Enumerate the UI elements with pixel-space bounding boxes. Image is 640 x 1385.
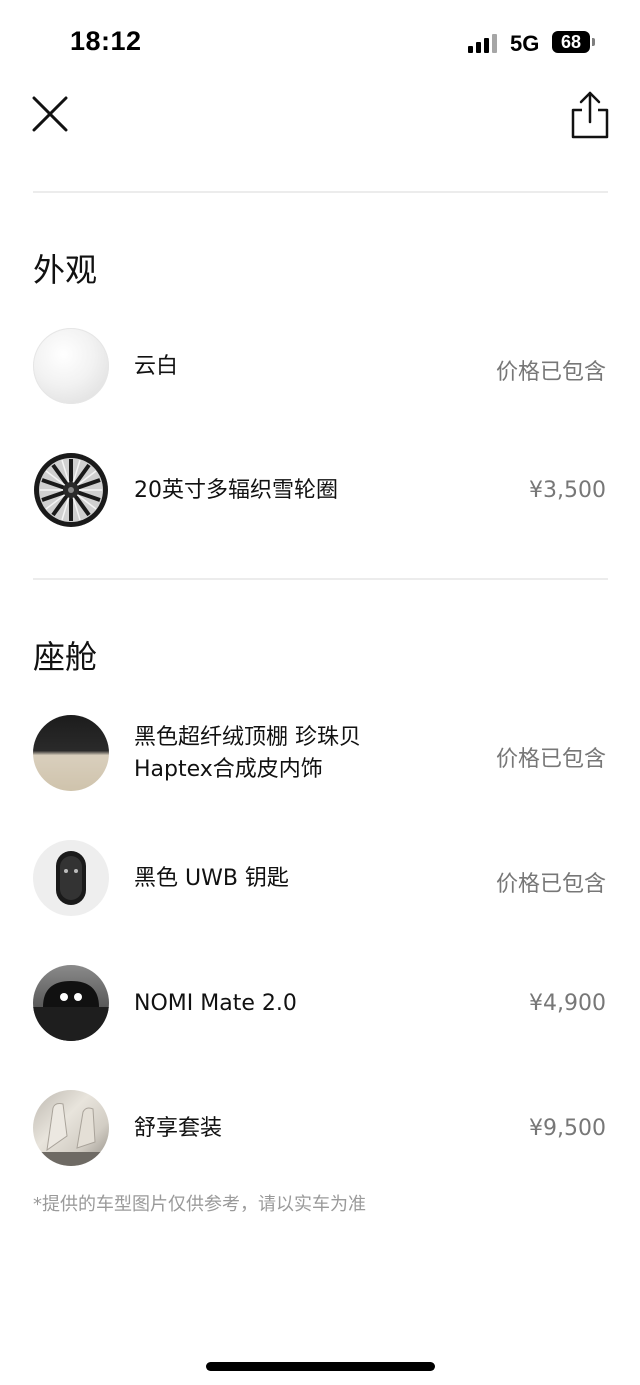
close-button[interactable] — [28, 92, 72, 136]
option-price: 价格已包含 — [495, 872, 606, 897]
interior-swatch — [33, 715, 109, 791]
seat-image — [33, 1090, 109, 1166]
home-indicator[interactable] — [206, 1362, 435, 1371]
share-button[interactable] — [566, 88, 614, 140]
section-title-cabin: 座舱 — [33, 638, 98, 676]
option-label: 云白 — [134, 354, 179, 379]
option-label: 黑色超纤绒顶棚 珍珠贝 Haptex合成皮内饰 — [134, 722, 361, 786]
option-row-interior[interactable]: 黑色超纤绒顶棚 珍珠贝 Haptex合成皮内饰 价格已包含 — [0, 715, 640, 793]
option-price: ¥9,500 — [529, 1116, 606, 1141]
nav-bar — [0, 80, 640, 190]
option-price: ¥4,900 — [529, 991, 606, 1016]
option-label: 20英寸多辐织雪轮圈 — [134, 478, 338, 503]
divider — [33, 578, 608, 580]
option-row-comfort[interactable]: 舒享套装 ¥9,500 — [0, 1090, 640, 1168]
divider — [33, 191, 608, 193]
option-label: 黑色 UWB 钥匙 — [134, 866, 289, 891]
wheel-image — [33, 452, 109, 528]
section-title-exterior: 外观 — [33, 251, 98, 289]
option-price: ¥3,500 — [529, 478, 606, 503]
status-bar: 18:12 5G 68 — [0, 0, 640, 80]
option-price: 价格已包含 — [495, 747, 606, 772]
network-type: 5G — [510, 31, 540, 56]
key-image — [33, 840, 109, 916]
disclaimer-text: *提供的车型图片仅供参考，请以实车为准 — [33, 1194, 366, 1215]
white-paint-swatch — [33, 328, 109, 404]
share-icon — [571, 91, 609, 139]
battery-icon: 68 — [552, 31, 590, 53]
option-label: NOMI Mate 2.0 — [134, 991, 297, 1016]
option-price: 价格已包含 — [495, 360, 606, 385]
option-row-paint[interactable]: 云白 价格已包含 — [0, 328, 640, 406]
signal-icon — [468, 33, 500, 53]
status-time: 18:12 — [70, 26, 142, 56]
seat-graphic — [33, 1103, 109, 1166]
option-row-key[interactable]: 黑色 UWB 钥匙 价格已包含 — [0, 840, 640, 918]
close-icon — [32, 96, 68, 132]
option-row-nomi[interactable]: NOMI Mate 2.0 ¥4,900 — [0, 965, 640, 1043]
option-row-wheel[interactable]: 20英寸多辐织雪轮圈 ¥3,500 — [0, 452, 640, 530]
wheel-graphic — [34, 453, 108, 527]
option-label-line1: 黑色超纤绒顶棚 珍珠贝 — [134, 725, 361, 750]
key-graphic — [56, 851, 86, 905]
option-label-line2: Haptex合成皮内饰 — [134, 757, 323, 782]
battery-cap — [592, 38, 595, 46]
nomi-image — [33, 965, 109, 1041]
option-label: 舒享套装 — [134, 1116, 223, 1141]
nomi-graphic — [33, 981, 109, 1041]
